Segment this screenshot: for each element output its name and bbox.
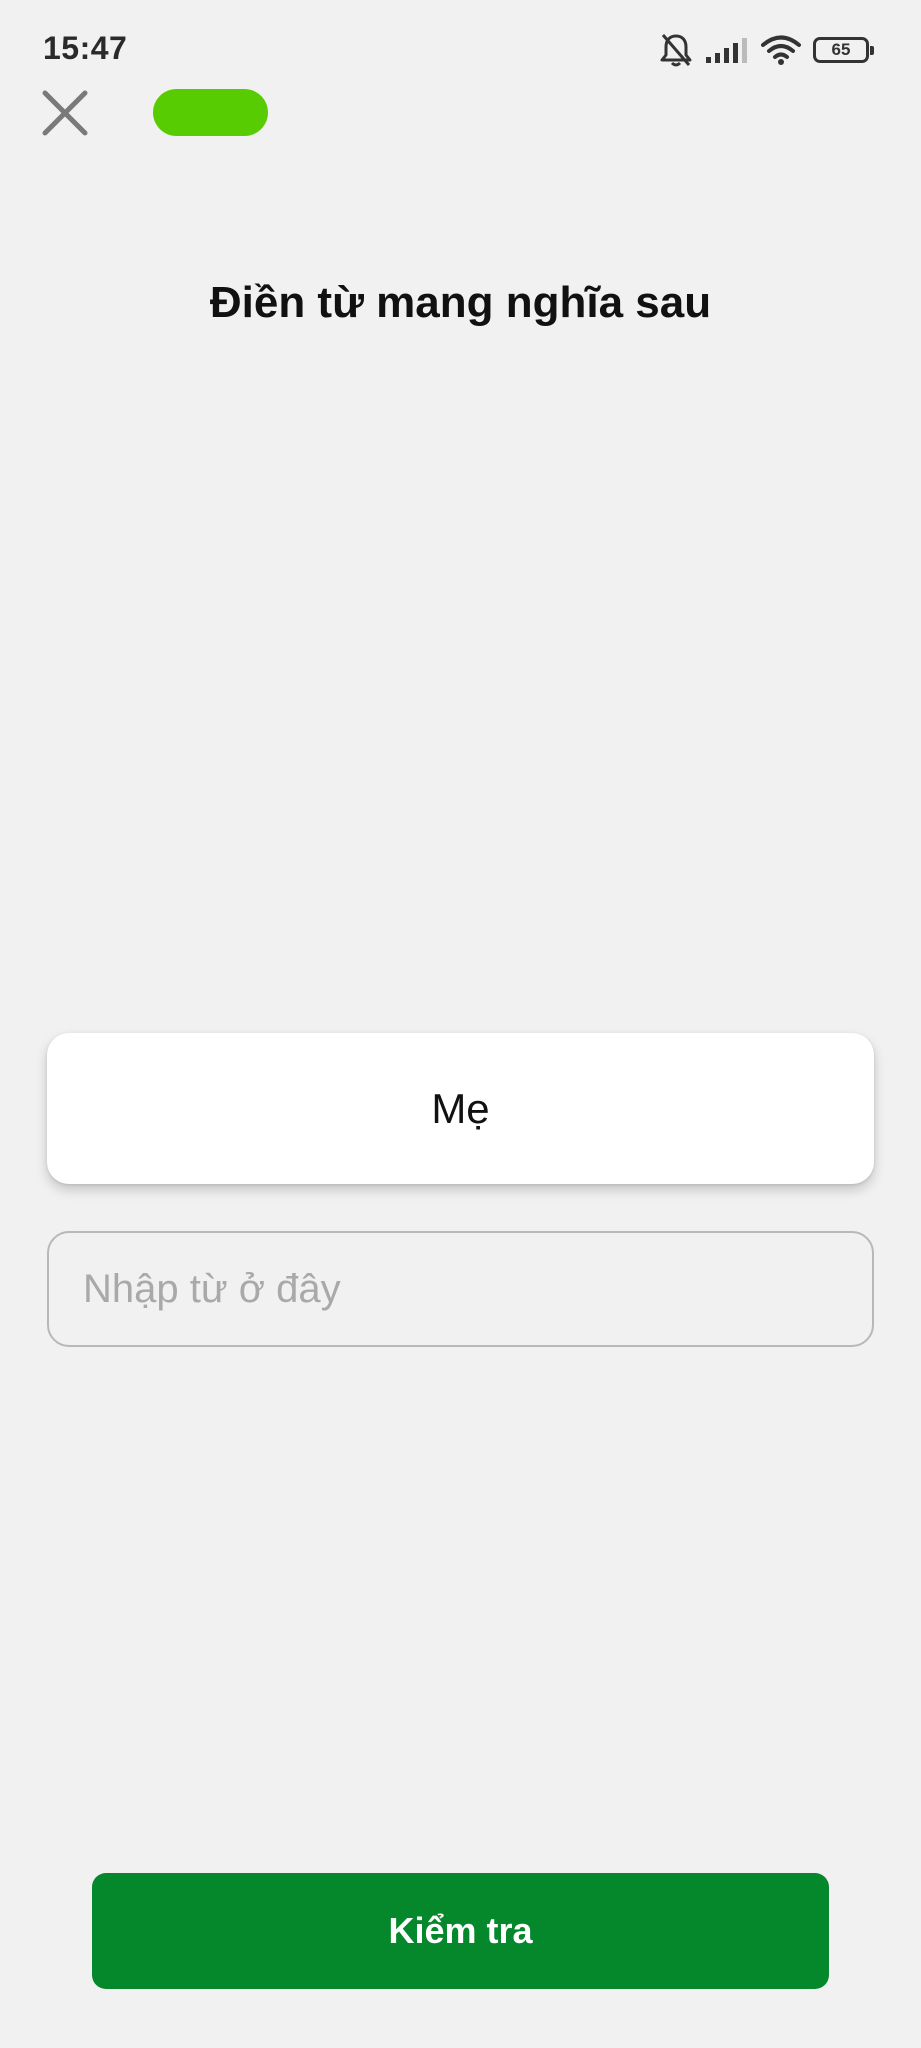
battery-icon: 65: [813, 37, 874, 63]
check-button-label: Kiểm tra: [388, 1910, 533, 1951]
page-title: Điền từ mang nghĩa sau: [209, 278, 712, 327]
close-icon: [42, 90, 88, 136]
answer-input[interactable]: [47, 1231, 874, 1347]
prompt-word: Mẹ: [431, 1084, 490, 1132]
status-bar: 15:47 65: [0, 0, 921, 100]
close-button[interactable]: [40, 88, 90, 138]
check-button[interactable]: Kiểm tra: [92, 1873, 829, 1989]
status-time: 15:47: [43, 30, 128, 66]
status-icons: 65: [659, 30, 874, 70]
signal-icon: [705, 35, 749, 65]
bell-off-icon: [659, 32, 693, 68]
progress-indicator: [153, 89, 268, 136]
battery-level: 65: [831, 40, 851, 59]
word-card: Mẹ: [47, 1033, 874, 1184]
wifi-icon: [761, 34, 801, 66]
